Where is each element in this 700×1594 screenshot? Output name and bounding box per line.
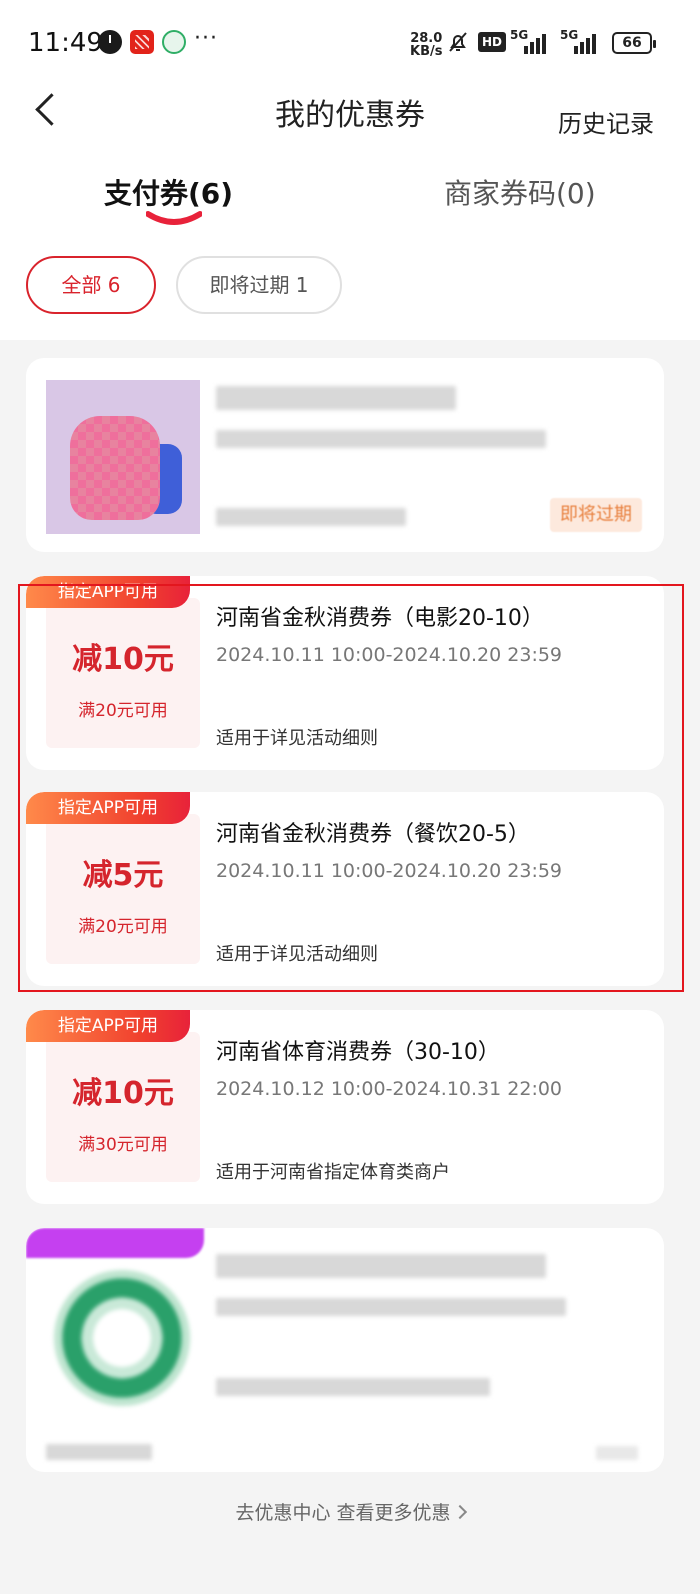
coupon-title: 河南省体育消费券（30-10） <box>216 1040 500 1065</box>
coupon-center-link[interactable]: 去优惠中心 查看更多优惠 <box>0 1498 700 1525</box>
coupon-time-range: 2024.10.12 10:00-2024.10.31 22:00 <box>216 1078 563 1100</box>
chevron-right-icon <box>452 1504 467 1520</box>
coupon-threshold: 满30元可用 <box>78 1135 168 1155</box>
coupon-card-blurred[interactable]: 即将过期 <box>26 358 664 552</box>
filter-expiring-chip[interactable]: 即将过期 1 <box>176 256 342 314</box>
filter-all-chip[interactable]: 全部 6 <box>26 256 156 314</box>
tab-active-indicator <box>146 211 202 225</box>
bell-off-icon <box>449 32 467 52</box>
signal-icon: 5G <box>510 28 552 54</box>
blurred-scope <box>216 1378 490 1396</box>
expiring-badge: 即将过期 <box>550 498 642 532</box>
highlight-box <box>18 584 684 992</box>
status-time: 11:49 <box>28 28 103 58</box>
blurred-action <box>596 1446 638 1460</box>
blurred-title <box>216 386 456 410</box>
signal-5g-label: 5G <box>560 28 579 42</box>
clock-icon <box>98 30 122 54</box>
coupon-center-link-text: 去优惠中心 查看更多优惠 <box>235 1502 451 1524</box>
back-button[interactable] <box>28 90 68 130</box>
net-speed: 28.0 KB/s <box>410 32 442 58</box>
coupon-image <box>46 380 200 534</box>
battery-icon: 66 <box>612 32 656 54</box>
hd-icon: HD <box>478 32 506 52</box>
status-bar: 11:49 ··· 28.0 KB/s HD 5G 5G 66 <box>0 0 700 88</box>
blurred-scope <box>216 508 406 526</box>
history-link[interactable]: 历史记录 <box>558 104 654 139</box>
signal-icon: 5G <box>560 28 602 54</box>
coupon-card-blurred[interactable] <box>26 1228 664 1472</box>
app-icon <box>130 30 154 54</box>
coupon-amount: 减10元 <box>72 1076 174 1111</box>
coupon-value-panel: 减10元 满30元可用 <box>46 1032 200 1182</box>
net-speed-unit: KB/s <box>410 44 443 59</box>
leaf-icon <box>162 30 186 54</box>
blurred-time <box>216 1298 566 1316</box>
coupon-scope: 适用于河南省指定体育类商户 <box>216 1162 450 1183</box>
top-panel: 11:49 ··· 28.0 KB/s HD 5G 5G 66 我的优惠券 历史… <box>0 0 700 340</box>
tab-payment-coupons[interactable]: 支付券(6) <box>104 172 233 212</box>
signal-5g-label: 5G <box>510 28 529 42</box>
coupon-card[interactable]: 减10元 满30元可用 指定APP可用 河南省体育消费券（30-10） 2024… <box>26 1010 664 1204</box>
more-icon: ··· <box>194 26 218 51</box>
blurred-tag <box>26 1228 204 1258</box>
coupon-logo <box>54 1270 190 1406</box>
blurred-title <box>216 1254 546 1278</box>
app-only-tag: 指定APP可用 <box>26 1010 190 1042</box>
blurred-footnote <box>46 1444 152 1460</box>
tab-merchant-codes[interactable]: 商家券码(0) <box>444 172 596 212</box>
blurred-time <box>216 430 546 448</box>
